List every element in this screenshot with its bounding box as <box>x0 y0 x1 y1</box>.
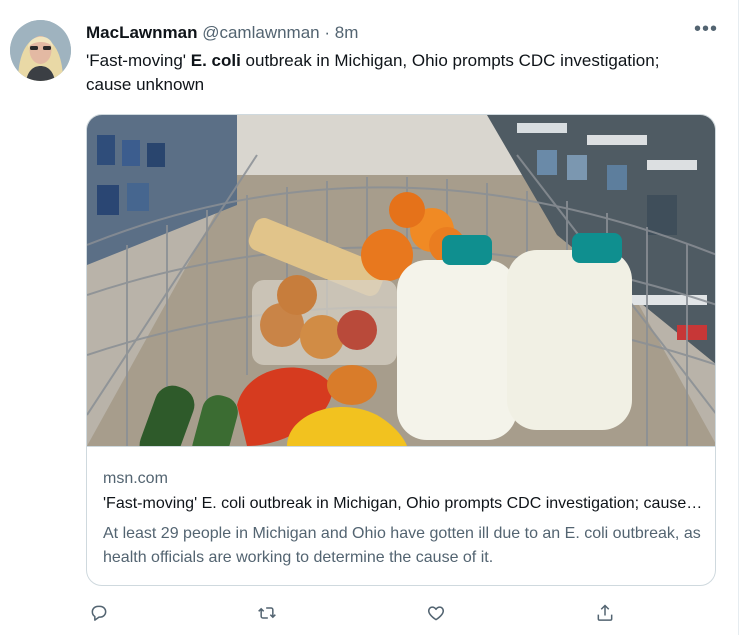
tweet-actions <box>86 600 716 628</box>
reply-icon <box>91 605 107 621</box>
link-card-description: At least 29 people in Michigan and Ohio … <box>103 525 701 566</box>
timestamp[interactable]: 8m <box>335 23 359 42</box>
link-card-title: 'Fast-moving' E. coli outbreak in Michig… <box>103 495 703 512</box>
retweet-button[interactable] <box>254 600 280 626</box>
tweet-text: 'Fast-moving' E. coli outbreak in Michig… <box>86 49 706 97</box>
retweet-icon <box>258 607 276 619</box>
like-button[interactable] <box>423 600 449 626</box>
tweet-text-prefix: 'Fast-moving' <box>86 51 191 70</box>
link-card[interactable]: msn.com 'Fast-moving' E. coli outbreak i… <box>86 114 716 586</box>
reply-button[interactable] <box>86 600 112 626</box>
avatar[interactable] <box>10 20 71 81</box>
link-card-image[interactable] <box>87 115 715 447</box>
share-button[interactable] <box>592 600 618 626</box>
user-handle[interactable]: @camlawnman <box>202 23 319 42</box>
more-options-icon[interactable]: ••• <box>694 19 718 42</box>
tweet-text-bold: E. coli <box>190 51 241 70</box>
tweet-header: MacLawnman @camlawnman · 8m <box>86 22 358 44</box>
separator-dot: · <box>324 23 331 42</box>
tweet[interactable]: MacLawnman @camlawnman · 8m ••• 'Fast-mo… <box>0 0 739 635</box>
share-icon <box>597 604 613 621</box>
like-icon <box>427 606 445 621</box>
display-name[interactable]: MacLawnman <box>86 23 197 42</box>
link-card-domain: msn.com <box>103 470 168 487</box>
